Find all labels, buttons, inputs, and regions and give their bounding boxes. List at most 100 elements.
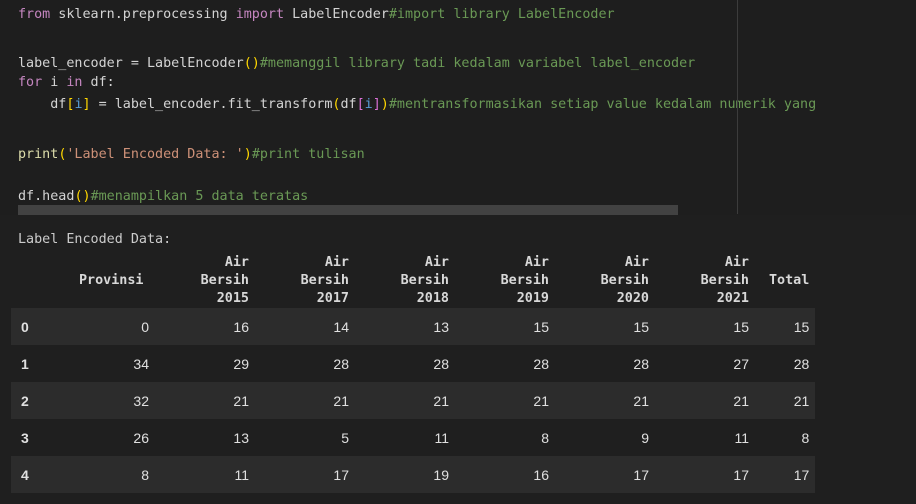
code-cell[interactable]: from sklearn.preprocessing import LabelE… xyxy=(0,0,916,215)
header-air-bersih-2015: Air Bersih 2015 xyxy=(159,253,259,308)
imported-name: LabelEncoder xyxy=(284,7,389,22)
table-cell: 26 xyxy=(133,429,149,446)
table-cell: 11 xyxy=(734,429,749,446)
code-bracket: [ xyxy=(356,97,365,112)
table-cell: 21 xyxy=(793,392,810,409)
header-air-bersih-2019: Air Bersih 2019 xyxy=(459,253,559,308)
table-row: 1 34 29 28 28 28 28 27 28 xyxy=(11,345,816,382)
table-cell: 28 xyxy=(433,355,449,372)
table-cell: 0 xyxy=(141,318,149,335)
header-total: Total xyxy=(759,253,815,308)
header-text: 2020 xyxy=(616,290,649,306)
header-index xyxy=(11,253,51,308)
row-index: 0 xyxy=(21,318,29,335)
code-text: df xyxy=(340,97,357,112)
header-text: Air Bersih xyxy=(500,254,549,288)
code-line-3: label_encoder = LabelEncoder()#memanggil… xyxy=(18,54,695,73)
table-cell: 28 xyxy=(533,355,549,372)
code-text: label_encoder = LabelEncoder xyxy=(18,56,244,71)
code-string: 'Label Encoded Data: ' xyxy=(66,147,244,162)
header-text: Air Bersih xyxy=(700,254,749,288)
table-cell: 21 xyxy=(333,392,349,409)
table-cell: 32 xyxy=(133,392,149,409)
code-text: = label_encoder.fit_transform xyxy=(90,97,333,112)
code-bracket: ] xyxy=(82,97,91,112)
header-text: 2015 xyxy=(216,290,249,306)
code-function: print xyxy=(18,147,59,162)
table-cell: 9 xyxy=(641,429,649,446)
header-text: 2018 xyxy=(416,290,449,306)
dataframe-table: Provinsi Air Bersih 2015 Air Bersih 2017 A… xyxy=(11,253,816,493)
table-body: 0 0 16 14 13 15 15 15 15 1 34 29 28 28 28 28 27 28 2 32 21 21… xyxy=(11,308,816,493)
header-text: Air Bersih xyxy=(600,254,649,288)
row-index: 2 xyxy=(21,392,29,409)
table-cell: 13 xyxy=(233,429,249,446)
code-comment: #mentransformasikan setiap value kedalam… xyxy=(388,97,817,112)
code-line-5: df[i] = label_encoder.fit_transform(df[i… xyxy=(18,95,816,114)
code-text: df: xyxy=(82,75,115,90)
table-cell: 21 xyxy=(233,392,249,409)
table-cell: 21 xyxy=(533,392,549,409)
table-row: 2 32 21 21 21 21 21 21 21 xyxy=(11,382,816,419)
table-cell: 8 xyxy=(541,429,549,446)
keyword-import: import xyxy=(235,7,285,22)
output-label: Label Encoded Data: xyxy=(18,232,172,247)
code-comment: #import library LabelEncoder xyxy=(388,7,615,22)
code-line-9: df.head()#menampilkan 5 data teratas xyxy=(18,187,308,206)
table-cell: 21 xyxy=(733,392,749,409)
row-index: 4 xyxy=(21,466,29,483)
table-cell: 13 xyxy=(433,318,449,335)
code-parens: () xyxy=(243,56,260,71)
code-variable: i xyxy=(74,97,83,112)
header-text: Air Bersih xyxy=(300,254,349,288)
code-parens: () xyxy=(74,189,91,204)
table-cell: 15 xyxy=(793,318,810,335)
table-header-row: Provinsi Air Bersih 2015 Air Bersih 2017 A… xyxy=(11,253,815,308)
table-cell: 27 xyxy=(733,355,749,372)
table-cell: 14 xyxy=(333,318,349,335)
header-air-bersih-2021: Air Bersih 2021 xyxy=(659,253,759,308)
header-text: Provinsi xyxy=(79,272,144,288)
code-text: df xyxy=(18,97,67,112)
code-comment: #menampilkan 5 data teratas xyxy=(90,189,309,204)
row-index: 3 xyxy=(21,429,29,446)
code-paren: ) xyxy=(243,147,252,162)
code-line-4: for i in df: xyxy=(18,73,115,92)
code-text: df.head xyxy=(18,189,75,204)
table-row: 4 8 11 17 19 16 17 17 17 xyxy=(11,456,816,493)
table-cell: 21 xyxy=(433,392,449,409)
table-row: 0 0 16 14 13 15 15 15 15 xyxy=(11,308,816,345)
header-air-bersih-2020: Air Bersih 2020 xyxy=(559,253,659,308)
header-provinsi: Provinsi xyxy=(51,253,159,308)
table-cell: 28 xyxy=(333,355,349,372)
table-cell: 16 xyxy=(233,318,249,335)
keyword-for: for xyxy=(18,75,43,90)
table-cell: 8 xyxy=(801,429,810,446)
module-name: sklearn.preprocessing xyxy=(50,7,236,22)
header-text: 2019 xyxy=(516,290,549,306)
code-comment: #memanggil library tadi kedalam variabel… xyxy=(259,56,696,71)
table-cell: 19 xyxy=(433,466,449,483)
table-cell: 16 xyxy=(533,466,549,483)
table-cell: 21 xyxy=(633,392,649,409)
table-cell: 17 xyxy=(793,466,810,483)
header-text: 2017 xyxy=(316,290,349,306)
header-text: Total xyxy=(769,272,810,288)
table-row: 3 26 13 5 11 8 9 11 8 xyxy=(11,419,816,456)
table-cell: 17 xyxy=(333,466,349,483)
keyword-in: in xyxy=(66,75,83,90)
code-line-1: from sklearn.preprocessing import LabelE… xyxy=(18,5,615,24)
table-cell: 34 xyxy=(133,355,149,372)
code-paren: ) xyxy=(380,97,389,112)
header-text: 2021 xyxy=(716,290,749,306)
code-line-7: print('Label Encoded Data: ')#print tuli… xyxy=(18,145,365,164)
table-cell: 5 xyxy=(341,429,349,446)
code-text: i xyxy=(42,75,67,90)
table-cell: 11 xyxy=(434,429,449,446)
table-cell: 29 xyxy=(233,355,249,372)
code-variable: i xyxy=(364,97,373,112)
table-cell: 8 xyxy=(141,466,149,483)
code-comment: #print tulisan xyxy=(251,147,365,162)
cell-output: Label Encoded Data: Provinsi Air Bersih 2… xyxy=(0,215,916,504)
horizontal-scrollbar[interactable] xyxy=(18,205,678,215)
